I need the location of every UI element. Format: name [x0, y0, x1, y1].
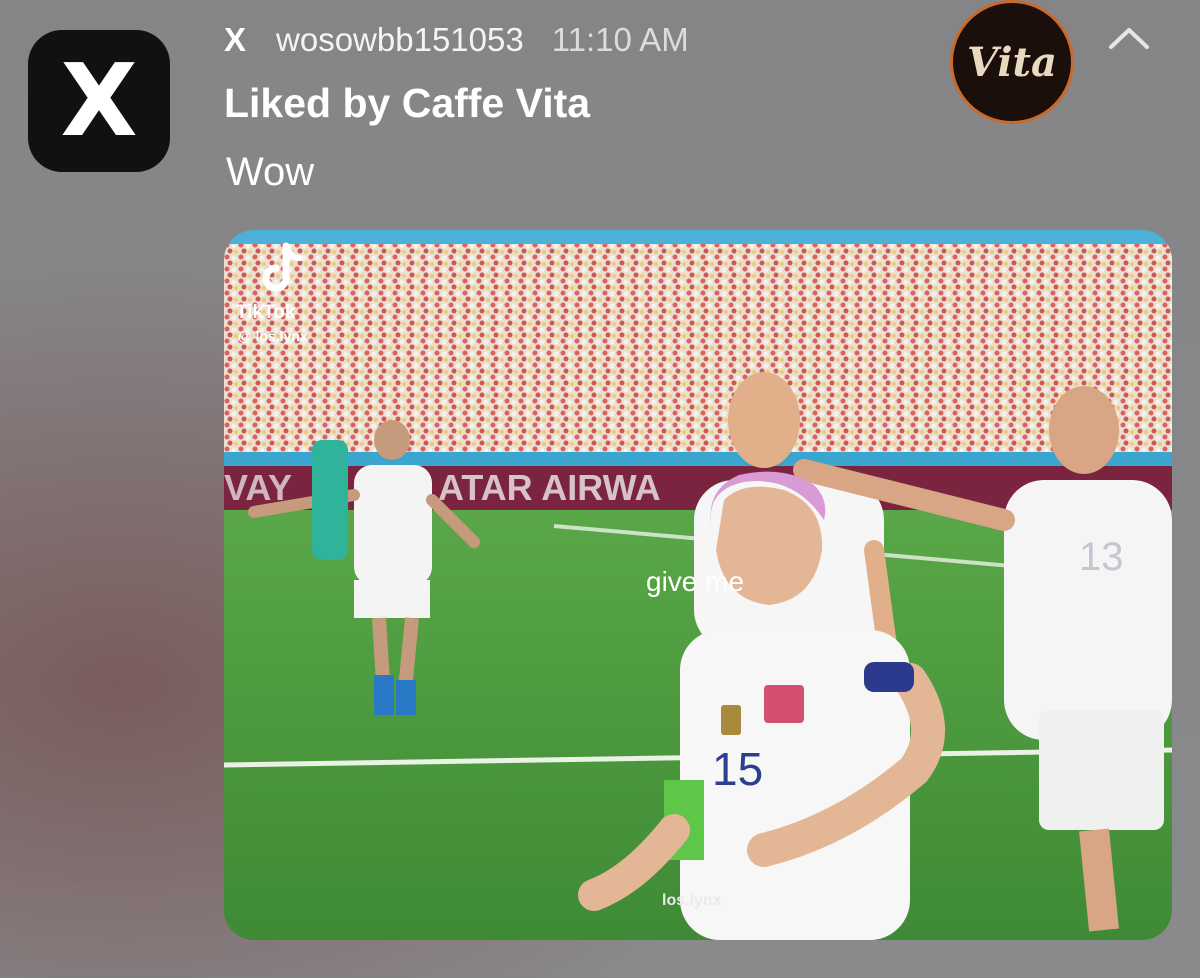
- username: wosowbb151053: [276, 21, 524, 58]
- tiktok-brand: TikTok: [236, 302, 296, 323]
- video-caption: give me: [646, 566, 745, 597]
- banner-text: ATAR AIRWA: [438, 467, 661, 508]
- tiktok-logo-icon: [262, 242, 303, 292]
- notification-meta: X wosowbb151053 11:10 AM: [224, 18, 689, 62]
- video-watermark: los.lynx: [662, 892, 722, 909]
- notification-card[interactable]: X X wosowbb151053 11:10 AM Liked by Caff…: [0, 0, 1200, 978]
- avatar-logo-text: Vita: [967, 38, 1057, 86]
- jersey-number-front: 15: [712, 743, 763, 795]
- x-app-icon: X: [28, 30, 170, 172]
- notification-body: Wow: [226, 150, 315, 194]
- collapse-button[interactable]: [1104, 18, 1154, 58]
- jersey-number-right: 13: [1079, 535, 1124, 579]
- tiktok-handle: @ los.lynx: [238, 328, 308, 344]
- app-name: X: [224, 21, 247, 58]
- chevron-up-icon: [1109, 28, 1149, 49]
- timestamp: 11:10 AM: [551, 21, 689, 58]
- avatar: Vita: [950, 0, 1074, 124]
- x-logo-icon: X: [60, 42, 138, 159]
- notification-title: Liked by Caffe Vita: [224, 80, 591, 126]
